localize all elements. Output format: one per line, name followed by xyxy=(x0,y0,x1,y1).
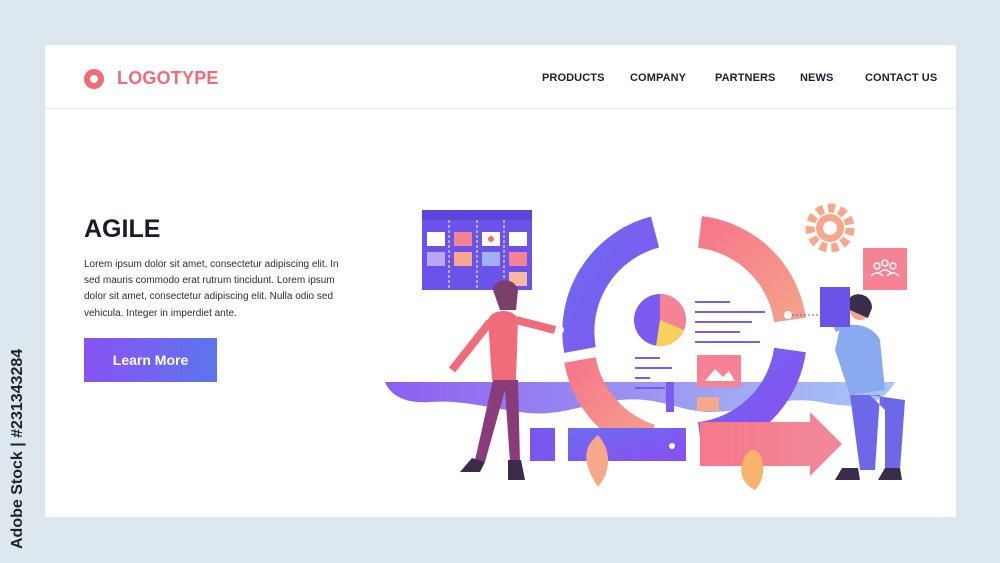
hero-title: AGILE xyxy=(84,215,161,243)
bar-indicator xyxy=(666,382,674,412)
gear-icon xyxy=(805,203,855,253)
pie-chart-icon xyxy=(634,294,686,347)
site-header: LOGOTYPE PRODUCTS COMPANY PARTNERS NEWS … xyxy=(45,45,956,109)
ground-wave xyxy=(385,382,895,414)
kanban-board-icon xyxy=(422,210,532,290)
agile-cycle-ring xyxy=(562,216,806,456)
logo-circle-icon[interactable] xyxy=(84,69,104,89)
hero-description: Lorem ipsum dolor sit amet, consectetur … xyxy=(84,259,339,319)
small-block xyxy=(530,428,555,461)
nav-link-company[interactable]: COMPANY xyxy=(630,72,686,84)
nav-link-news[interactable]: NEWS xyxy=(800,72,833,84)
team-card-icon xyxy=(863,248,907,290)
tablet-icon xyxy=(820,287,850,327)
learn-more-button[interactable]: Learn More xyxy=(84,338,217,382)
agile-cycle-illustration xyxy=(385,203,907,490)
logo-text[interactable]: LOGOTYPE xyxy=(117,68,219,89)
nav-link-products[interactable]: PRODUCTS xyxy=(542,72,605,84)
nav-link-partners[interactable]: PARTNERS xyxy=(715,72,776,84)
watermark-label: Adobe Stock | #231343284 xyxy=(9,349,26,549)
nav-link-contact-us[interactable]: CONTACT US xyxy=(865,72,937,84)
landing-page-card: LOGOTYPE PRODUCTS COMPANY PARTNERS NEWS … xyxy=(45,45,956,517)
timeline-bar xyxy=(568,428,686,461)
side-watermark-text: Adobe Stock | #231343284 xyxy=(2,325,30,551)
